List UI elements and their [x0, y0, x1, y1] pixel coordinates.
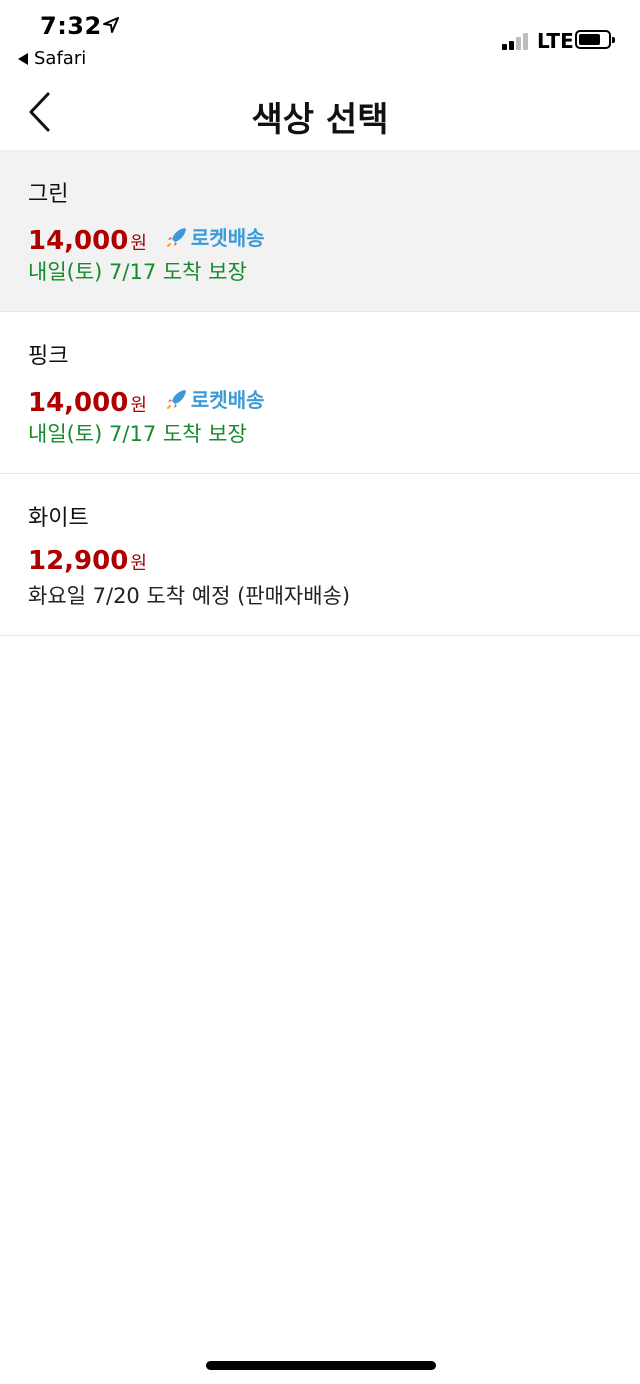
back-to-safari[interactable]: Safari [18, 48, 86, 69]
rocket-badge-label: 로켓배송 [190, 226, 265, 250]
status-bar: 7:32 Safari LTE [0, 0, 640, 76]
delivery-info: 내일(토) 7/17 도착 보장 [28, 260, 247, 284]
page-title: 색상 선택 [251, 100, 389, 140]
rocket-delivery-badge: 로켓배송 [165, 384, 265, 413]
option-name: 핑크 [28, 344, 69, 369]
rocket-icon [166, 227, 186, 247]
header: 색상 선택 [0, 76, 640, 150]
rocket-delivery-badge: 로켓배송 [165, 222, 265, 251]
battery-icon [575, 30, 615, 49]
option-price: 14,000 [28, 225, 129, 256]
back-app-label: Safari [34, 48, 87, 69]
back-triangle-icon [18, 52, 28, 65]
signal-icon [502, 32, 532, 50]
price-row: 12,900 원 [28, 546, 147, 576]
rocket-badge-label: 로켓배송 [190, 388, 265, 412]
delivery-info: 화요일 7/20 도착 예정 (판매자배송) [28, 584, 351, 608]
network-label: LTE [537, 29, 574, 53]
currency-label: 원 [130, 394, 147, 416]
delivery-info: 내일(토) 7/17 도착 보장 [28, 422, 247, 446]
rocket-icon [166, 389, 186, 409]
currency-label: 원 [130, 553, 147, 574]
option-name: 그린 [28, 182, 69, 207]
color-option-list: 그린 14,000 원 로켓배송 내일(토) 7/17 도착 보장 핑크 14,… [0, 150, 640, 636]
status-time: 7:32 [40, 12, 102, 40]
color-option-green[interactable]: 그린 14,000 원 로켓배송 내일(토) 7/17 도착 보장 [0, 150, 640, 312]
color-option-white[interactable]: 화이트 12,900 원 화요일 7/20 도착 예정 (판매자배송) [0, 474, 640, 636]
home-indicator[interactable] [206, 1361, 436, 1370]
color-option-pink[interactable]: 핑크 14,000 원 로켓배송 내일(토) 7/17 도착 보장 [0, 312, 640, 474]
option-price: 14,000 [28, 387, 129, 418]
price-row: 14,000 원 로켓배송 [28, 222, 265, 256]
price-row: 14,000 원 로켓배송 [28, 384, 265, 418]
location-arrow-icon [103, 17, 119, 33]
currency-label: 원 [130, 232, 147, 254]
option-price: 12,900 [28, 546, 129, 576]
option-name: 화이트 [28, 506, 89, 531]
